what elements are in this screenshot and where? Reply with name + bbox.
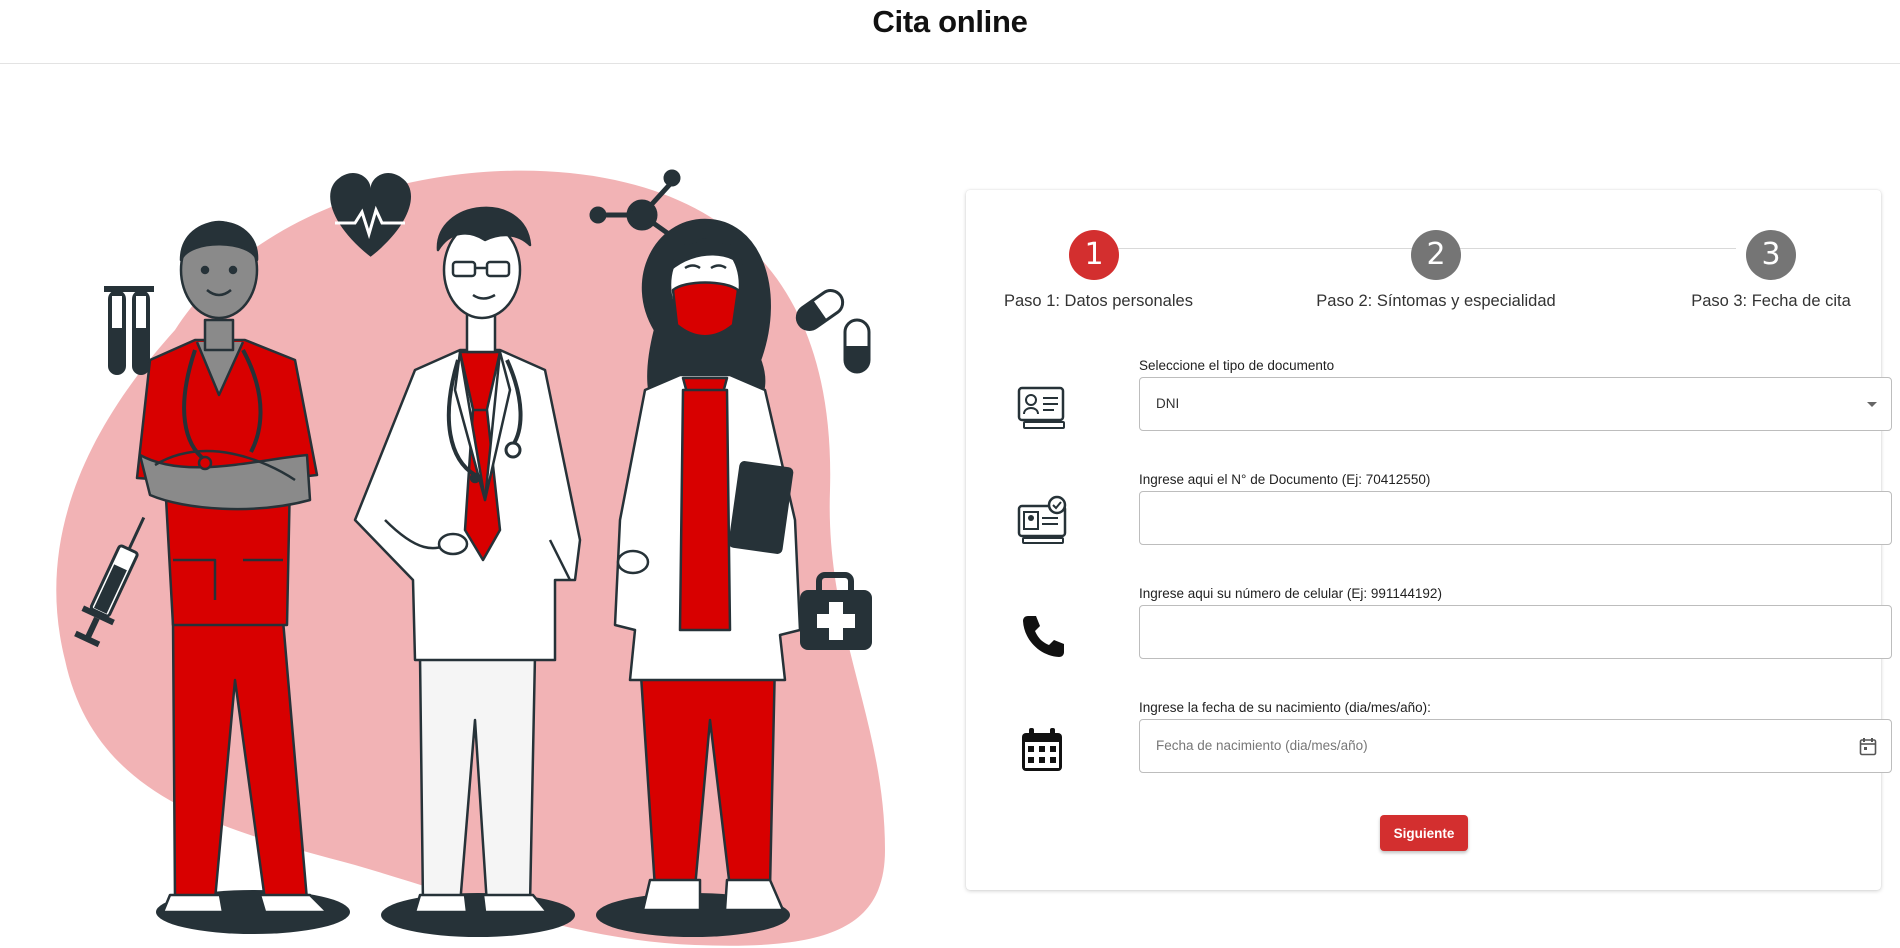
birth-date-input[interactable]: Fecha de nacimiento (dia/mes/año) [1139,719,1892,773]
document-number-input[interactable] [1139,491,1892,545]
page: Cita online 1 Paso 1: Datos personales 2… [0,0,1900,948]
step-1-number: 1 [1069,230,1119,280]
phone-icon [1023,616,1064,657]
phone-label: Ingrese aqui su número de celular (Ej: 9… [1139,586,1442,601]
step-1-label: Paso 1: Datos personales [1004,292,1193,310]
next-button[interactable]: Siguiente [1380,815,1468,851]
step-3[interactable]: 3 Paso 3: Fecha de cita [1686,230,1856,311]
birth-date-placeholder: Fecha de nacimiento (dia/mes/año) [1156,738,1368,753]
document-type-value: DNI [1156,396,1180,411]
verified-id-icon [1017,495,1067,544]
birth-date-label: Ingrese la fecha de su nacimiento (dia/m… [1139,700,1431,715]
test-tubes-icon [104,286,154,375]
page-title: Cita online [872,4,1028,39]
appointment-form-card: 1 Paso 1: Datos personales 2 Paso 2: Sín… [966,190,1892,890]
step-2-label: Paso 2: Síntomas y especialidad [1316,292,1556,310]
step-2[interactable]: 2 Paso 2: Síntomas y especialidad [1316,230,1556,311]
phone-input[interactable] [1139,605,1892,659]
step-3-label: Paso 3: Fecha de cita [1691,292,1851,310]
medical-staff-illustration [56,169,886,946]
id-card-icon [1017,386,1065,429]
chevron-down-icon[interactable] [1867,402,1877,407]
document-type-label: Seleccione el tipo de documento [1139,358,1335,373]
top-bar: Cita online [0,0,1900,64]
step-3-number: 3 [1746,230,1796,280]
step-1[interactable]: 1 Paso 1: Datos personales [1004,230,1193,311]
document-type-select[interactable]: DNI [1139,377,1892,431]
date-picker-icon[interactable] [1859,737,1877,756]
calendar-icon [1022,728,1062,771]
document-number-label: Ingrese aqui el N° de Documento (Ej: 704… [1139,472,1431,487]
step-2-number: 2 [1411,230,1461,280]
